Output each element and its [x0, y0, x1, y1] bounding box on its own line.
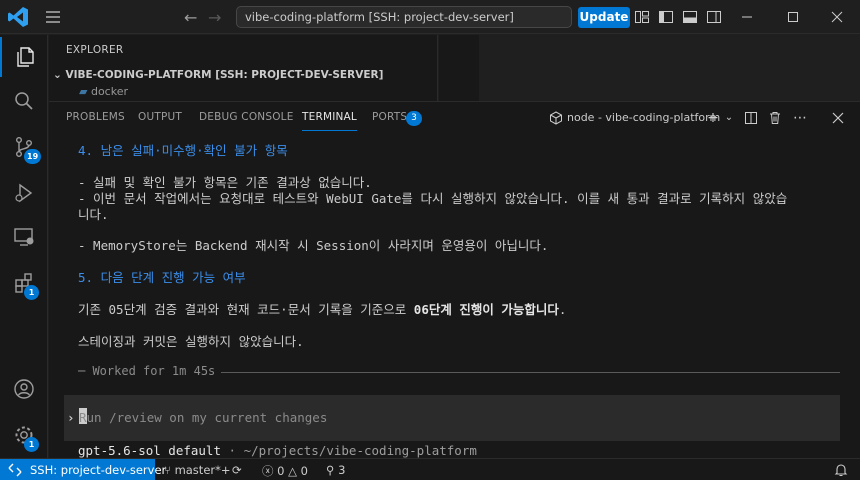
error-count: 0 — [277, 464, 285, 478]
terminal-line: 5. 다음 단계 진행 가능 여부 — [78, 270, 246, 285]
explorer-activity[interactable] — [0, 37, 48, 77]
terminal-line: - MemoryStore는 Backend 재시작 시 Session이 사라… — [78, 238, 549, 253]
terminal-line: 4. 남은 실패·미수행·확인 불가 항목 — [78, 143, 288, 158]
source-control-badge: 19 — [24, 149, 42, 164]
problems-status[interactable]: ⓧ 0 △ 0 — [262, 463, 308, 479]
more-actions-icon[interactable]: ⋯ — [792, 110, 808, 126]
vscode-logo-icon[interactable] — [6, 5, 30, 29]
trash-icon[interactable] — [767, 110, 783, 126]
toggle-primary-sidebar-icon[interactable] — [658, 9, 674, 25]
explorer-title: EXPLORER — [66, 44, 124, 56]
branch-icon: ⑂ — [164, 463, 175, 477]
split-terminal-icon[interactable] — [743, 110, 759, 126]
minimize-icon[interactable] — [736, 6, 758, 28]
files-icon — [17, 47, 34, 67]
terminal-line: - 이번 문서 작업에서는 요청대로 테스트와 WebUI Gate를 다시 실… — [78, 191, 788, 206]
remote-indicator[interactable]: SSH: project-dev-server — [0, 459, 166, 480]
cwd-path: · ~/projects/vibe-coding-platform — [221, 443, 477, 458]
terminal-output[interactable]: 4. 남은 실패·미수행·확인 불가 항목 - 실패 및 확인 불가 항목은 기… — [49, 132, 860, 459]
tree-item-label: docker — [90, 85, 128, 98]
panel-tabs: PROBLEMS OUTPUT DEBUG CONSOLE TERMINAL P… — [49, 102, 860, 132]
remote-label: SSH: project-dev-server — [30, 463, 167, 477]
model-name: gpt-5.6-sol default — [78, 443, 221, 458]
maximize-icon[interactable] — [782, 6, 804, 28]
workspace-folder-header[interactable]: ⌄ VIBE-CODING-PLATFORM [SSH: PROJECT-DEV… — [53, 69, 383, 81]
new-terminal-icon[interactable]: + — [705, 110, 721, 126]
prompt-placeholder: Run /review on my current changes — [79, 410, 328, 425]
tab-terminal[interactable]: TERMINAL — [302, 111, 357, 131]
terminal-line: 스테이징과 커밋은 실행하지 않았습니다. — [78, 334, 304, 349]
terminal-line: 니다. — [78, 207, 109, 222]
remote-icon — [8, 463, 22, 477]
forward-arrow-icon[interactable]: → — [208, 8, 221, 27]
terminal-name[interactable]: node - vibe-coding-platform — [567, 111, 720, 124]
folder-icon: ▰ — [79, 85, 91, 98]
prompt-caret-icon: › — [67, 410, 75, 425]
toggle-panel-icon[interactable] — [682, 9, 698, 25]
ports-badge: 3 — [406, 111, 422, 126]
terminal-bold-text: 06단계 진행이 가능합니다 — [413, 302, 559, 317]
source-control-activity[interactable]: 19 — [0, 127, 48, 167]
editor-area — [439, 35, 860, 101]
tab-ports[interactable]: PORTS — [372, 111, 407, 123]
worked-time: ─ Worked for 1m 45s — [78, 364, 222, 378]
command-center-search[interactable]: vibe-coding-platform [SSH: project-dev-s… — [236, 6, 572, 28]
activity-bar: 19 1 1 — [0, 35, 48, 458]
notifications-bell-icon[interactable] — [834, 463, 848, 477]
remote-explorer-activity[interactable] — [0, 217, 48, 257]
ports-count: 3 — [338, 463, 346, 477]
close-panel-icon[interactable] — [830, 110, 846, 126]
update-button[interactable]: Update — [578, 7, 630, 28]
model-info: gpt-5.6-sol default · ~/projects/vibe-co… — [78, 443, 477, 458]
search-icon — [15, 92, 33, 110]
close-window-icon[interactable] — [826, 6, 848, 28]
extensions-badge: 1 — [24, 285, 39, 300]
editor-gutter — [439, 35, 479, 101]
bottom-panel: PROBLEMS OUTPUT DEBUG CONSOLE TERMINAL P… — [49, 101, 860, 458]
title-bar: ← → vibe-coding-platform [SSH: project-d… — [0, 0, 860, 34]
antenna-icon: ⚲ — [326, 463, 339, 477]
warning-icon: △ — [288, 464, 301, 478]
run-debug-activity[interactable] — [0, 173, 48, 213]
chevron-down-icon: ⌄ — [53, 69, 66, 81]
workspace-folder-label: VIBE-CODING-PLATFORM [SSH: PROJECT-DEV-S… — [65, 69, 384, 81]
error-icon: ⓧ — [262, 464, 278, 478]
toggle-secondary-sidebar-icon[interactable] — [706, 9, 722, 25]
terminal-line: 기존 05단계 검증 결과와 현재 코드·문서 기록을 기준으로 06단계 진행… — [78, 299, 566, 318]
terminal-text: . — [558, 302, 567, 317]
explorer-sidebar: EXPLORER ⌄ VIBE-CODING-PLATFORM [SSH: PR… — [49, 35, 438, 101]
customize-layout-icon[interactable] — [634, 9, 650, 25]
menu-icon[interactable] — [44, 8, 62, 26]
tab-problems[interactable]: PROBLEMS — [66, 111, 125, 123]
branch-label: master*+ — [174, 463, 231, 477]
tab-output[interactable]: OUTPUT — [138, 111, 182, 123]
warning-count: 0 — [300, 464, 308, 478]
status-bar: SSH: project-dev-server ⑂ master*+ ⟳ ⓧ 0… — [0, 458, 860, 480]
settings-badge: 1 — [24, 437, 39, 452]
chevron-down-icon[interactable]: ⌄ — [721, 110, 737, 126]
back-arrow-icon[interactable]: ← — [184, 8, 197, 27]
worked-divider: ─ Worked for 1m 45s — [78, 364, 840, 378]
accounts-activity[interactable] — [0, 369, 48, 409]
extensions-activity[interactable]: 1 — [0, 263, 48, 303]
remote-explorer-icon — [14, 228, 34, 246]
prompt-input[interactable]: › Run /review on my current changes — [64, 395, 840, 441]
account-icon — [14, 379, 34, 399]
tree-item-docker[interactable]: ▰ docker — [79, 85, 128, 98]
tab-debug-console[interactable]: DEBUG CONSOLE — [199, 111, 294, 123]
terminal-text: 기존 05단계 검증 결과와 현재 코드·문서 기록을 기준으로 — [78, 302, 414, 317]
manage-activity[interactable]: 1 — [0, 415, 48, 455]
sync-icon[interactable]: ⟳ — [232, 463, 242, 477]
search-activity[interactable] — [0, 81, 48, 121]
terminal-cube-icon — [550, 111, 562, 125]
run-debug-icon — [15, 183, 33, 203]
branch-status[interactable]: ⑂ master*+ — [164, 463, 231, 477]
ports-status[interactable]: ⚲ 3 — [326, 463, 345, 477]
